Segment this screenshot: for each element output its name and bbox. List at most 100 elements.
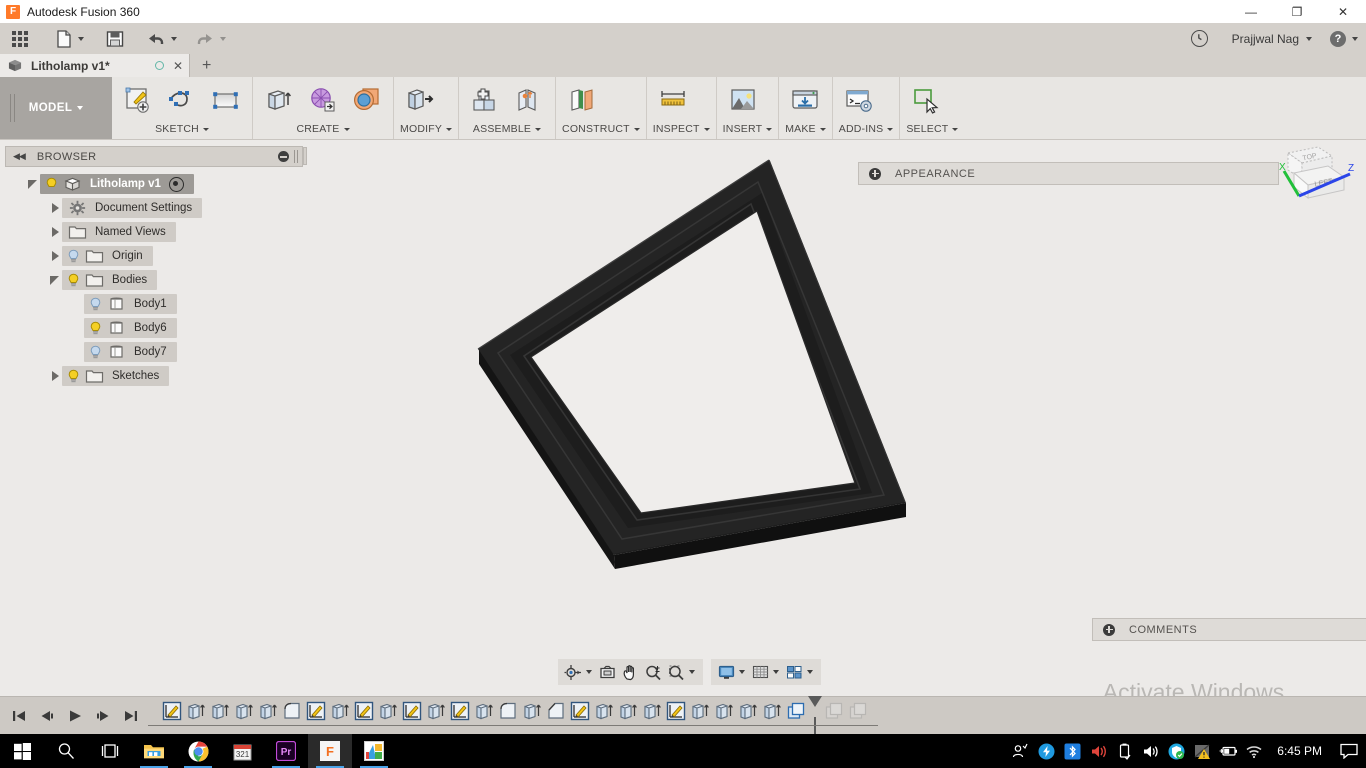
browser-node-body[interactable]: Body7 — [84, 342, 177, 362]
people-icon[interactable] — [1007, 734, 1033, 768]
app-grid-icon[interactable] — [12, 30, 28, 47]
timeline-feature[interactable] — [568, 701, 592, 731]
timeline-feature[interactable] — [688, 701, 712, 731]
browser-node-body[interactable]: Document Settings — [62, 198, 203, 218]
extrude-button[interactable] — [259, 82, 299, 118]
browser-node-body7[interactable]: Body7 — [0, 340, 305, 364]
panel-grip[interactable] — [294, 150, 298, 163]
zoom-button[interactable] — [642, 660, 665, 684]
press-pull-button[interactable] — [400, 82, 440, 118]
addins-button[interactable] — [839, 82, 879, 118]
minimize-circle-icon[interactable] — [278, 151, 289, 162]
boolean-button[interactable] — [347, 82, 387, 118]
timeline-feature[interactable] — [352, 701, 376, 731]
taskbar-app-calendar[interactable]: 321 — [220, 734, 264, 768]
volume-icon[interactable] — [1137, 734, 1163, 768]
bluetooth-icon[interactable] — [1059, 734, 1085, 768]
windows-start-button[interactable] — [0, 734, 44, 768]
taskbar-clock[interactable]: 6:45 PM — [1267, 744, 1332, 758]
ribbon-group-label-create[interactable]: CREATE — [259, 123, 387, 136]
look-at-button[interactable] — [596, 660, 619, 684]
expand-arrow-icon[interactable] — [48, 369, 62, 383]
browser-node-body[interactable]: Body1 — [84, 294, 177, 314]
browser-node-body[interactable]: Named Views — [62, 222, 176, 242]
browser-node-bodies[interactable]: Bodies — [0, 268, 305, 292]
security-shield-icon[interactable] — [1163, 734, 1189, 768]
timeline-feature[interactable] — [712, 701, 736, 731]
timeline-feature[interactable] — [520, 701, 544, 731]
maximize-button[interactable]: ❐ — [1274, 0, 1320, 23]
component-activate-icon[interactable] — [168, 176, 184, 192]
timeline-feature[interactable] — [376, 701, 400, 731]
browser-node-body[interactable]: Body6 — [84, 318, 177, 338]
visibility-bulb-icon[interactable] — [87, 320, 104, 337]
expand-arrow-icon[interactable] — [48, 249, 62, 263]
timeline-feature[interactable] — [304, 701, 328, 731]
chevron-down-icon[interactable] — [77, 106, 84, 110]
pan-button[interactable] — [619, 660, 642, 684]
visibility-bulb-icon[interactable] — [43, 176, 60, 193]
taskbar-search-button[interactable] — [44, 734, 88, 768]
ribbon-group-label-select[interactable]: SELECT — [906, 123, 959, 136]
timeline-feature[interactable] — [208, 701, 232, 731]
insert-button[interactable] — [723, 82, 763, 118]
offset-plane-button[interactable] — [562, 82, 602, 118]
browser-node-body[interactable]: Origin — [62, 246, 153, 266]
timeline-feature[interactable] — [256, 701, 280, 731]
help-icon[interactable]: ? — [1330, 30, 1346, 47]
appearance-panel[interactable]: APPEARANCE — [858, 162, 1279, 185]
taskbar-app-premiere-pro[interactable]: Pr — [264, 734, 308, 768]
timeline-feature[interactable] — [424, 701, 448, 731]
ribbon-group-label-addins[interactable]: ADD-INS — [839, 123, 894, 136]
browser-node-litholamp-v1[interactable]: Litholamp v1 — [0, 172, 305, 196]
grid-snaps-button[interactable] — [749, 660, 772, 684]
visibility-bulb-icon[interactable] — [87, 344, 104, 361]
create-form-button[interactable] — [303, 82, 343, 118]
timeline-feature[interactable] — [472, 701, 496, 731]
browser-node-origin[interactable]: Origin — [0, 244, 305, 268]
action-center-button[interactable] — [1332, 734, 1366, 768]
step-forward-button[interactable] — [94, 707, 112, 725]
ribbon-group-label-sketch[interactable]: SKETCH — [118, 123, 246, 136]
save-button[interactable] — [106, 30, 124, 48]
measure-button[interactable] — [653, 82, 693, 118]
expand-arrow-icon[interactable] — [48, 225, 62, 239]
chevron-down-icon[interactable] — [220, 36, 226, 41]
visibility-bulb-icon[interactable] — [65, 248, 82, 265]
new-tab-button[interactable]: + — [190, 54, 223, 77]
timeline-feature[interactable] — [160, 701, 184, 731]
make-button[interactable] — [785, 82, 825, 118]
speaker-mute-icon[interactable] — [1085, 734, 1111, 768]
collapse-arrow-icon[interactable] — [26, 177, 40, 191]
taskbar-app-file-explorer[interactable] — [132, 734, 176, 768]
timeline-feature[interactable] — [184, 701, 208, 731]
browser-node-document-settings[interactable]: Document Settings — [0, 196, 305, 220]
create-sketch-button[interactable] — [118, 82, 158, 118]
viewports-button[interactable] — [783, 660, 806, 684]
new-component-button[interactable] — [465, 82, 505, 118]
task-view-button[interactable] — [88, 734, 132, 768]
chevron-down-icon[interactable] — [1306, 36, 1312, 41]
close-tab-icon[interactable]: ✕ — [173, 59, 183, 73]
user-menu[interactable]: Prajjwal Nag — [1232, 32, 1312, 46]
new-document-button[interactable] — [56, 29, 84, 48]
timeline-feature[interactable] — [736, 701, 760, 731]
thunderbolt-icon[interactable] — [1033, 734, 1059, 768]
rectangle-button[interactable] — [206, 82, 246, 118]
plus-circle-icon[interactable] — [1103, 623, 1115, 636]
ribbon-group-label-insert[interactable]: INSERT — [723, 123, 773, 136]
select-button[interactable] — [906, 82, 946, 118]
document-save-state-icon[interactable] — [154, 61, 164, 70]
double-left-arrow-icon[interactable]: ◀◀ — [13, 151, 26, 162]
zoom-window-button[interactable] — [665, 660, 688, 684]
visibility-bulb-icon[interactable] — [87, 296, 104, 313]
browser-node-body[interactable]: Litholamp v1 — [40, 174, 194, 194]
chevron-down-icon[interactable] — [1352, 36, 1358, 41]
wifi-icon[interactable] — [1241, 734, 1267, 768]
joint-button[interactable] — [509, 82, 549, 118]
browser-node-body[interactable]: Bodies — [62, 270, 158, 290]
step-back-button[interactable] — [38, 707, 56, 725]
timeline-feature[interactable] — [544, 701, 568, 731]
minimize-button[interactable]: — — [1228, 0, 1274, 23]
orbit-button[interactable] — [562, 660, 585, 684]
